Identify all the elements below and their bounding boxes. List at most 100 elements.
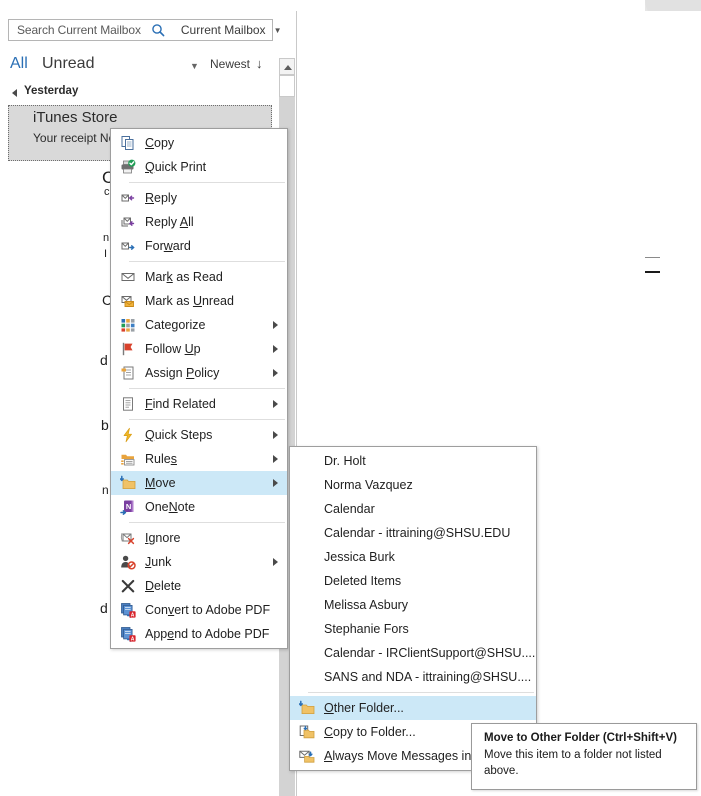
background-text-fragment: b	[101, 417, 109, 433]
outlook-window: Search Current Mailbox Current Mailbox ▼…	[0, 0, 701, 796]
menu-item-no-icon	[290, 497, 324, 521]
chevron-down-icon[interactable]: ▼	[274, 26, 282, 35]
menu-item-label: Quick Steps	[145, 428, 213, 442]
menu-item-label: Calendar - ittraining@SHSU.EDU	[324, 526, 511, 540]
menu-item-append-to-adobe-pdf[interactable]: A Append to Adobe PDF	[111, 622, 287, 646]
menu-item-reply-all[interactable]: Reply All	[111, 210, 287, 234]
find-related-icon	[111, 392, 145, 416]
menu-item-label: OneNote	[145, 500, 196, 514]
search-row: Search Current Mailbox Current Mailbox ▼	[8, 19, 281, 41]
submenu-chevron-right-icon	[273, 431, 278, 439]
submenu-chevron-right-icon	[273, 345, 278, 353]
background-text-fragment: n	[103, 232, 110, 244]
submenu-chevron-right-icon	[273, 400, 278, 408]
menu-item-label: Calendar - IRClientSupport@SHSU....	[324, 646, 536, 660]
menu-item-calendar[interactable]: Calendar	[290, 497, 536, 521]
menu-separator	[129, 388, 285, 389]
menu-separator	[129, 182, 285, 183]
menu-item-label: Other Folder...	[324, 701, 404, 715]
collapse-triangle-icon[interactable]	[12, 89, 17, 97]
menu-item-sans-and-nda-ittraining-shsu[interactable]: SANS and NDA - ittraining@SHSU....	[290, 665, 536, 689]
window-top-band-white	[0, 0, 645, 11]
menu-item-categorize[interactable]: Categorize	[111, 313, 287, 337]
junk-icon	[111, 550, 145, 574]
menu-item-mark-as-read[interactable]: Mark as Read	[111, 265, 287, 289]
menu-item-jessica-burk[interactable]: Jessica Burk	[290, 545, 536, 569]
tooltip: Move to Other Folder (Ctrl+Shift+V) Move…	[471, 723, 697, 790]
message-group-label: Yesterday	[24, 85, 79, 97]
tooltip-body: Move this item to a folder not listed ab…	[484, 749, 662, 777]
move-folder-icon	[290, 696, 324, 720]
menu-item-reply[interactable]: Reply	[111, 186, 287, 210]
menu-item-label: Forward	[145, 239, 191, 253]
menu-item-norma-vazquez[interactable]: Norma Vazquez	[290, 473, 536, 497]
background-text-fragment: c	[104, 186, 110, 198]
background-text-fragment: I	[104, 248, 108, 260]
menu-item-stephanie-fors[interactable]: Stephanie Fors	[290, 617, 536, 641]
menu-item-calendar-ittraining-shsu-edu[interactable]: Calendar - ittraining@SHSU.EDU	[290, 521, 536, 545]
menu-item-label: Norma Vazquez	[324, 478, 413, 492]
menu-item-onenote[interactable]: N OneNote	[111, 495, 287, 519]
sort-arrow-down-icon[interactable]: ↓	[256, 56, 263, 71]
menu-item-melissa-asbury[interactable]: Melissa Asbury	[290, 593, 536, 617]
copy-icon	[111, 131, 145, 155]
menu-item-mark-as-unread[interactable]: Mark as Unread	[111, 289, 287, 313]
copy-to-folder-icon	[290, 720, 324, 744]
adobe-pdf-append-icon: A	[111, 622, 145, 646]
menu-item-no-icon	[290, 665, 324, 689]
reading-pane-rule-dark	[645, 271, 660, 273]
menu-item-convert-to-adobe-pdf[interactable]: A Convert to Adobe PDF	[111, 598, 287, 622]
mark-as-unread-icon	[111, 289, 145, 313]
menu-item-move[interactable]: Move	[111, 471, 287, 495]
filter-tab-unread[interactable]: Unread	[42, 55, 94, 73]
filter-bar: All Unread ▼ Newest ↓	[0, 53, 272, 79]
menu-item-label: Convert to Adobe PDF	[145, 603, 271, 617]
menu-item-no-icon	[290, 545, 324, 569]
menu-item-junk[interactable]: Junk	[111, 550, 287, 574]
menu-item-forward[interactable]: Forward	[111, 234, 287, 258]
filter-tab-all[interactable]: All	[10, 55, 28, 73]
assign-policy-icon	[111, 361, 145, 385]
reading-pane-rule-light	[645, 257, 660, 258]
menu-item-ignore[interactable]: Ignore	[111, 526, 287, 550]
menu-item-dr-holt[interactable]: Dr. Holt	[290, 449, 536, 473]
menu-item-label: Mark as Unread	[145, 294, 234, 308]
delete-x-icon	[111, 574, 145, 598]
menu-item-no-icon	[290, 473, 324, 497]
menu-separator	[129, 261, 285, 262]
menu-item-label: Stephanie Fors	[324, 622, 409, 636]
menu-item-assign-policy[interactable]: Assign Policy	[111, 361, 287, 385]
categorize-icon	[111, 313, 145, 337]
menu-item-copy[interactable]: Copy	[111, 131, 287, 155]
svg-text:N: N	[126, 502, 131, 511]
menu-item-delete[interactable]: Delete	[111, 574, 287, 598]
filter-options-chevron-down-icon[interactable]: ▼	[190, 61, 199, 71]
menu-item-other-folder[interactable]: Other Folder...	[290, 696, 536, 720]
menu-item-label: Ignore	[145, 531, 181, 545]
menu-item-no-icon	[290, 617, 324, 641]
mark-as-read-icon	[111, 265, 145, 289]
submenu-chevron-right-icon	[273, 455, 278, 463]
menu-item-quick-print[interactable]: Quick Print	[111, 155, 287, 179]
background-text-fragment: n	[102, 483, 109, 497]
search-scope-label: Current Mailbox	[180, 23, 266, 37]
scrollbar-thumb[interactable]	[279, 75, 295, 97]
message-group-header[interactable]: Yesterday	[0, 83, 272, 101]
submenu-chevron-right-icon	[273, 558, 278, 566]
menu-item-label: Quick Print	[145, 160, 207, 174]
menu-item-follow-up[interactable]: Follow Up	[111, 337, 287, 361]
sort-order-label[interactable]: Newest	[210, 57, 250, 71]
search-icon[interactable]	[151, 23, 165, 37]
menu-item-find-related[interactable]: Find Related	[111, 392, 287, 416]
reply-icon	[111, 186, 145, 210]
menu-item-label: Reply	[145, 191, 177, 205]
menu-item-calendar-irclientsupport-shsu[interactable]: Calendar - IRClientSupport@SHSU....	[290, 641, 536, 665]
search-input[interactable]: Search Current Mailbox Current Mailbox ▼	[8, 19, 281, 41]
menu-item-deleted-items[interactable]: Deleted Items	[290, 569, 536, 593]
submenu-chevron-right-icon	[273, 321, 278, 329]
scroll-up-icon[interactable]	[279, 58, 295, 75]
menu-item-label: Mark as Read	[145, 270, 223, 284]
menu-item-rules[interactable]: Rules	[111, 447, 287, 471]
menu-item-quick-steps[interactable]: Quick Steps	[111, 423, 287, 447]
menu-item-label: Categorize	[145, 318, 206, 332]
